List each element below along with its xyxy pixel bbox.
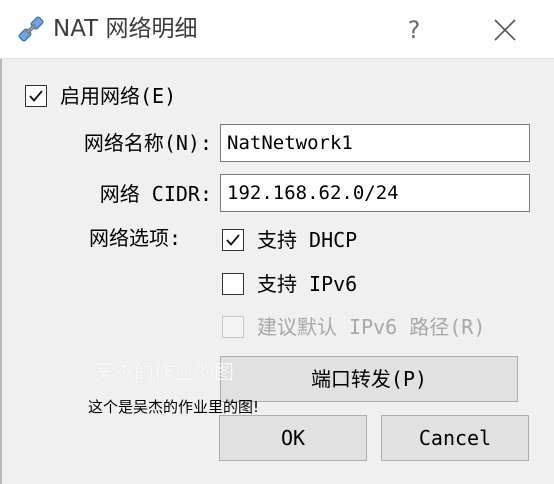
enable-network-checkbox[interactable] — [25, 85, 47, 107]
network-cidr-input[interactable] — [220, 174, 530, 212]
ipv6-label[interactable]: 支持 IPv6 — [257, 270, 357, 298]
ipv6-checkbox[interactable] — [222, 273, 244, 295]
network-options-label: 网络选项: — [89, 226, 182, 250]
enable-network-label[interactable]: 启用网络(E) — [60, 82, 176, 110]
cancel-button[interactable]: Cancel — [381, 415, 529, 461]
title-bar[interactable]: NAT 网络明细 ? — [0, 0, 554, 58]
divider — [0, 58, 554, 59]
port-forwarding-button[interactable]: 端口转发(P) — [220, 356, 518, 402]
checkmark-icon — [226, 234, 240, 246]
ipv6-default-route-checkbox — [222, 316, 244, 338]
checkmark-icon — [29, 90, 43, 102]
window-title: NAT 网络明细 — [53, 16, 198, 42]
close-icon[interactable] — [484, 12, 526, 48]
ipv6-default-route-label: 建议默认 IPv6 路径(R) — [257, 315, 486, 339]
watermark-text: 吴杰的作业的图 — [94, 360, 234, 384]
help-button[interactable]: ? — [392, 10, 436, 50]
dhcp-checkbox[interactable] — [222, 229, 244, 251]
dhcp-label[interactable]: 支持 DHCP — [257, 226, 357, 254]
network-name-label: 网络名称(N): — [83, 131, 212, 155]
network-name-input[interactable] — [220, 124, 530, 162]
network-cidr-label: 网络 CIDR: — [99, 182, 212, 206]
network-icon — [15, 13, 47, 45]
window-frame — [0, 0, 2, 484]
ok-button[interactable]: OK — [219, 415, 367, 461]
